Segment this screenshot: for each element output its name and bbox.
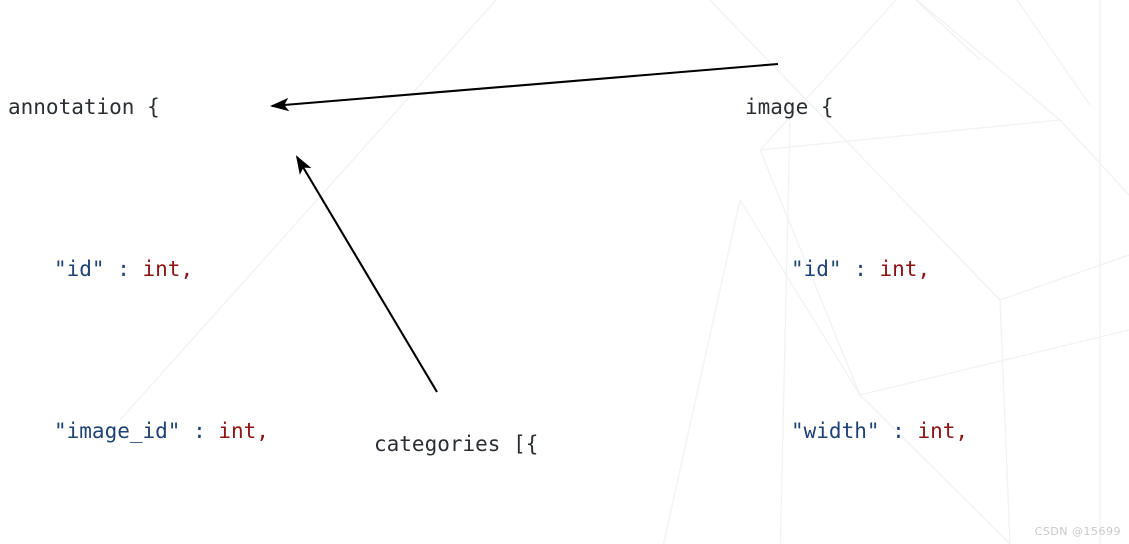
field-key: "width" bbox=[791, 419, 880, 443]
field-value: int, bbox=[879, 257, 931, 281]
annotation-header: annotation { bbox=[8, 95, 160, 119]
field-separator: : bbox=[180, 419, 219, 443]
field-key: "id" bbox=[791, 257, 842, 281]
image-code-block: image { "id" : int, "width" : int, "heig… bbox=[745, 6, 1129, 544]
field-separator: : bbox=[104, 257, 143, 281]
csdn-watermark: CSDN @15699 bbox=[1034, 525, 1121, 538]
diagram-canvas: annotation { "id" : int, "image_id" : in… bbox=[0, 0, 1129, 544]
field-value: int, bbox=[917, 419, 969, 443]
annotation-field-id: "id" : int, bbox=[8, 249, 484, 290]
field-key: "id" bbox=[54, 257, 105, 281]
field-value: int, bbox=[218, 419, 269, 443]
image-field-width: "width" : int, bbox=[745, 411, 1129, 452]
image-field-id: "id" : int, bbox=[745, 249, 1129, 290]
categories-code-block: categories [{ "id" : int, "name" : str, … bbox=[374, 343, 698, 544]
image-header: image { bbox=[745, 95, 834, 119]
categories-header: categories [{ bbox=[374, 432, 539, 456]
field-key: "image_id" bbox=[54, 419, 181, 443]
field-value: int, bbox=[142, 257, 194, 281]
field-separator: : bbox=[841, 257, 880, 281]
field-separator: : bbox=[879, 419, 918, 443]
